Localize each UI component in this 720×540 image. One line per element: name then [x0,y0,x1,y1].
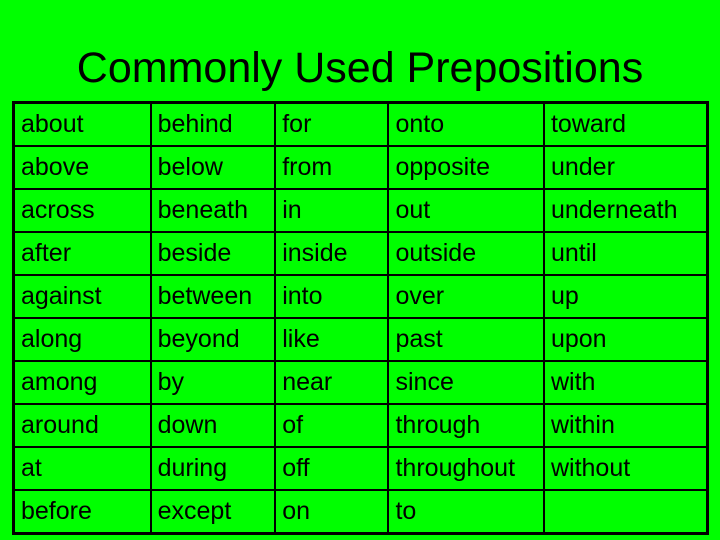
preposition-cell: except [149,489,277,535]
table-row: after beside inside outside until [12,231,709,276]
preposition-cell [542,489,709,535]
preposition-cell: of [274,403,390,448]
preposition-cell: under [542,145,709,190]
preposition-cell: onto [387,101,545,147]
table-row: at during off throughout without [12,446,709,491]
preposition-cell: since [387,360,545,405]
preposition-cell: before [12,489,152,535]
preposition-cell: outside [387,231,545,276]
preposition-cell: beside [149,231,277,276]
preposition-cell: into [274,274,390,319]
preposition-cell: during [149,446,277,491]
preposition-cell: near [274,360,390,405]
preposition-cell: without [542,446,709,491]
table-row: against between into over up [12,274,709,319]
table-row: across beneath in out underneath [12,188,709,233]
preposition-cell: with [542,360,709,405]
preposition-cell: beneath [149,188,277,233]
preposition-cell: over [387,274,545,319]
preposition-cell: at [12,446,152,491]
table-row: around down of through within [12,403,709,448]
preposition-cell: around [12,403,152,448]
preposition-cell: below [149,145,277,190]
table-row: about behind for onto toward [12,101,709,147]
prepositions-table-body: about behind for onto toward above below from op… [12,101,709,535]
preposition-cell: across [12,188,152,233]
preposition-cell: up [542,274,709,319]
preposition-cell: through [387,403,545,448]
preposition-cell: among [12,360,152,405]
preposition-cell: down [149,403,277,448]
table-row: before except on to [12,489,709,535]
prepositions-table: about behind for onto toward above below from op… [12,101,709,535]
preposition-cell: in [274,188,390,233]
slide-title: Commonly Used Prepositions [76,44,644,92]
preposition-cell: between [149,274,277,319]
table-row: above below from opposite under [12,145,709,190]
table-row: along beyond like past upon [12,317,709,362]
preposition-cell: above [12,145,152,190]
preposition-cell: throughout [387,446,545,491]
preposition-cell: until [542,231,709,276]
preposition-cell: within [542,403,709,448]
preposition-cell: to [387,489,545,535]
preposition-cell: toward [542,101,709,147]
preposition-cell: beyond [149,317,277,362]
preposition-cell: upon [542,317,709,362]
preposition-cell: out [387,188,545,233]
preposition-cell: opposite [387,145,545,190]
preposition-cell: inside [274,231,390,276]
preposition-cell: like [274,317,390,362]
preposition-cell: for [274,101,390,147]
preposition-cell: off [274,446,390,491]
preposition-cell: against [12,274,152,319]
preposition-cell: by [149,360,277,405]
table-row: among by near since with [12,360,709,405]
preposition-cell: from [274,145,390,190]
preposition-cell: along [12,317,152,362]
preposition-cell: past [387,317,545,362]
preposition-cell: about [12,101,152,147]
preposition-cell: behind [149,101,277,147]
preposition-cell: after [12,231,152,276]
preposition-cell: underneath [542,188,709,233]
preposition-cell: on [274,489,390,535]
